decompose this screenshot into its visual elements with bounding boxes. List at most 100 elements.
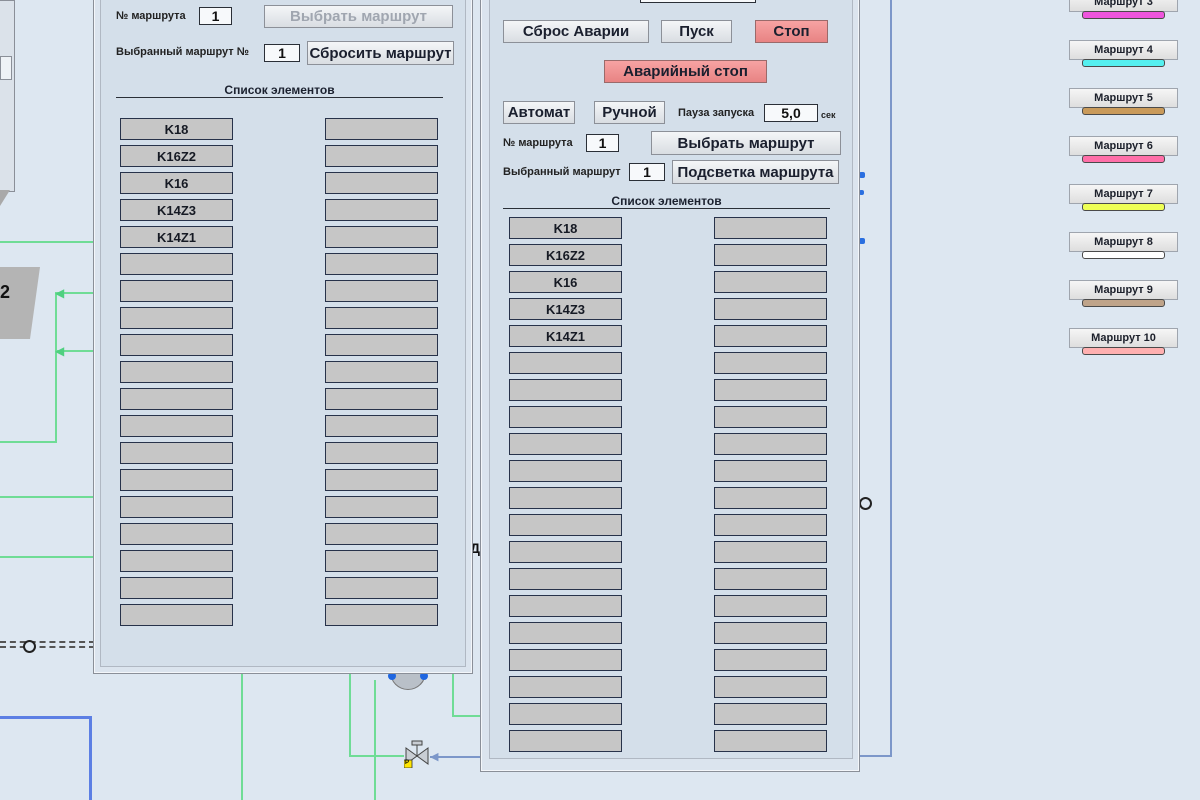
element-cell xyxy=(325,172,438,194)
emergency-stop-button[interactable]: Аварийный стоп xyxy=(604,60,767,83)
element-cell xyxy=(714,433,827,455)
element-cell xyxy=(714,676,827,698)
elements-list-title: Список элементов xyxy=(116,83,443,98)
route-button[interactable]: Маршрут 5 xyxy=(1069,88,1178,108)
element-cell xyxy=(509,514,622,536)
select-route-button[interactable]: Выбрать маршрут xyxy=(264,5,453,28)
route-button[interactable]: Маршрут 4 xyxy=(1069,40,1178,60)
route-number-label: № маршрута xyxy=(503,137,573,149)
arrow-left-icon: ◀ xyxy=(55,344,65,358)
element-cell: K16 xyxy=(120,172,233,194)
equipment-detail-icon xyxy=(0,56,12,80)
element-cell xyxy=(714,622,827,644)
route-number-field[interactable]: 1 xyxy=(199,7,232,25)
element-cell xyxy=(325,577,438,599)
element-cell xyxy=(509,649,622,671)
route-color-swatch xyxy=(1082,107,1165,115)
route-button[interactable]: Маршрут 7 xyxy=(1069,184,1178,204)
auto-mode-button[interactable]: Автомат xyxy=(503,101,575,124)
element-cell xyxy=(325,442,438,464)
equipment-outline xyxy=(0,0,15,192)
element-cell xyxy=(325,307,438,329)
element-cell xyxy=(120,415,233,437)
element-cell xyxy=(509,676,622,698)
reset-alarm-button[interactable]: Сброс Аварии xyxy=(503,20,649,43)
route-button[interactable]: Маршрут 8 xyxy=(1069,232,1178,252)
flow-arrow-icon: ◀ xyxy=(430,751,439,763)
route-color-swatch xyxy=(1082,59,1165,67)
element-cell: K18 xyxy=(120,118,233,140)
select-route-button[interactable]: Выбрать маршрут xyxy=(651,131,841,155)
route-button[interactable]: Маршрут 6 xyxy=(1069,136,1178,156)
element-cell xyxy=(509,595,622,617)
route-color-swatch xyxy=(1082,251,1165,259)
start-pause-field[interactable]: 5,0 xyxy=(764,104,818,122)
element-cell: K14Z3 xyxy=(120,199,233,221)
element-cell xyxy=(120,496,233,518)
element-cell xyxy=(325,604,438,626)
element-cell xyxy=(120,361,233,383)
element-cell xyxy=(714,460,827,482)
element-cell xyxy=(714,298,827,320)
element-cell xyxy=(325,118,438,140)
hopper-shape xyxy=(0,190,10,206)
selected-route-field: 1 xyxy=(629,163,665,181)
selected-route-field: 1 xyxy=(264,44,300,62)
element-cell: K18 xyxy=(509,217,622,239)
element-cell xyxy=(120,388,233,410)
element-cell xyxy=(509,460,622,482)
element-cell: K16 xyxy=(509,271,622,293)
element-cell xyxy=(325,361,438,383)
start-pause-label: Пауза запуска xyxy=(678,107,755,119)
conveyor-roller-icon xyxy=(23,640,36,653)
elements-list-title: Список элементов xyxy=(503,194,830,209)
highlight-route-button[interactable]: Подсветка маршрута xyxy=(672,160,839,184)
manual-mode-button[interactable]: Ручной xyxy=(594,101,665,124)
element-cell xyxy=(509,703,622,725)
element-cell xyxy=(120,253,233,275)
route-color-swatch xyxy=(1082,11,1165,19)
start-button[interactable]: Пуск xyxy=(661,20,732,43)
status-field-top xyxy=(640,0,756,3)
bunker-label: 2 xyxy=(0,282,11,302)
route-number-field[interactable]: 1 xyxy=(586,134,619,152)
route-button[interactable]: Маршрут 9 xyxy=(1069,280,1178,300)
element-cell xyxy=(714,217,827,239)
element-cell xyxy=(120,604,233,626)
stop-button[interactable]: Стоп xyxy=(755,20,828,43)
element-cell xyxy=(714,649,827,671)
start-pause-unit: сек xyxy=(821,110,836,120)
element-cell: K16Z2 xyxy=(120,145,233,167)
element-cell xyxy=(509,487,622,509)
element-cell xyxy=(325,496,438,518)
element-cell xyxy=(714,271,827,293)
element-cell: K16Z2 xyxy=(509,244,622,266)
element-cell xyxy=(325,199,438,221)
element-cell xyxy=(714,568,827,590)
selected-route-label: Выбранный маршрут xyxy=(503,166,621,178)
element-cell xyxy=(120,334,233,356)
sensor-circle-icon xyxy=(859,497,872,510)
element-cell xyxy=(325,415,438,437)
element-cell xyxy=(714,703,827,725)
element-cell xyxy=(714,406,827,428)
element-cell xyxy=(325,253,438,275)
element-cell xyxy=(120,307,233,329)
element-cell xyxy=(509,433,622,455)
element-cell xyxy=(325,280,438,302)
route-color-swatch xyxy=(1082,155,1165,163)
element-cell xyxy=(325,523,438,545)
element-cell xyxy=(714,352,827,374)
element-cell xyxy=(325,550,438,572)
conveyor-line xyxy=(0,641,95,648)
element-cell xyxy=(714,514,827,536)
element-cell xyxy=(120,577,233,599)
element-cell xyxy=(509,406,622,428)
element-cell xyxy=(120,523,233,545)
element-cell: K14Z1 xyxy=(120,226,233,248)
element-cell xyxy=(325,388,438,410)
element-cell xyxy=(325,334,438,356)
reset-route-button[interactable]: Сбросить маршрут xyxy=(307,41,454,65)
route-button[interactable]: Маршрут 10 xyxy=(1069,328,1178,348)
element-cell xyxy=(714,325,827,347)
